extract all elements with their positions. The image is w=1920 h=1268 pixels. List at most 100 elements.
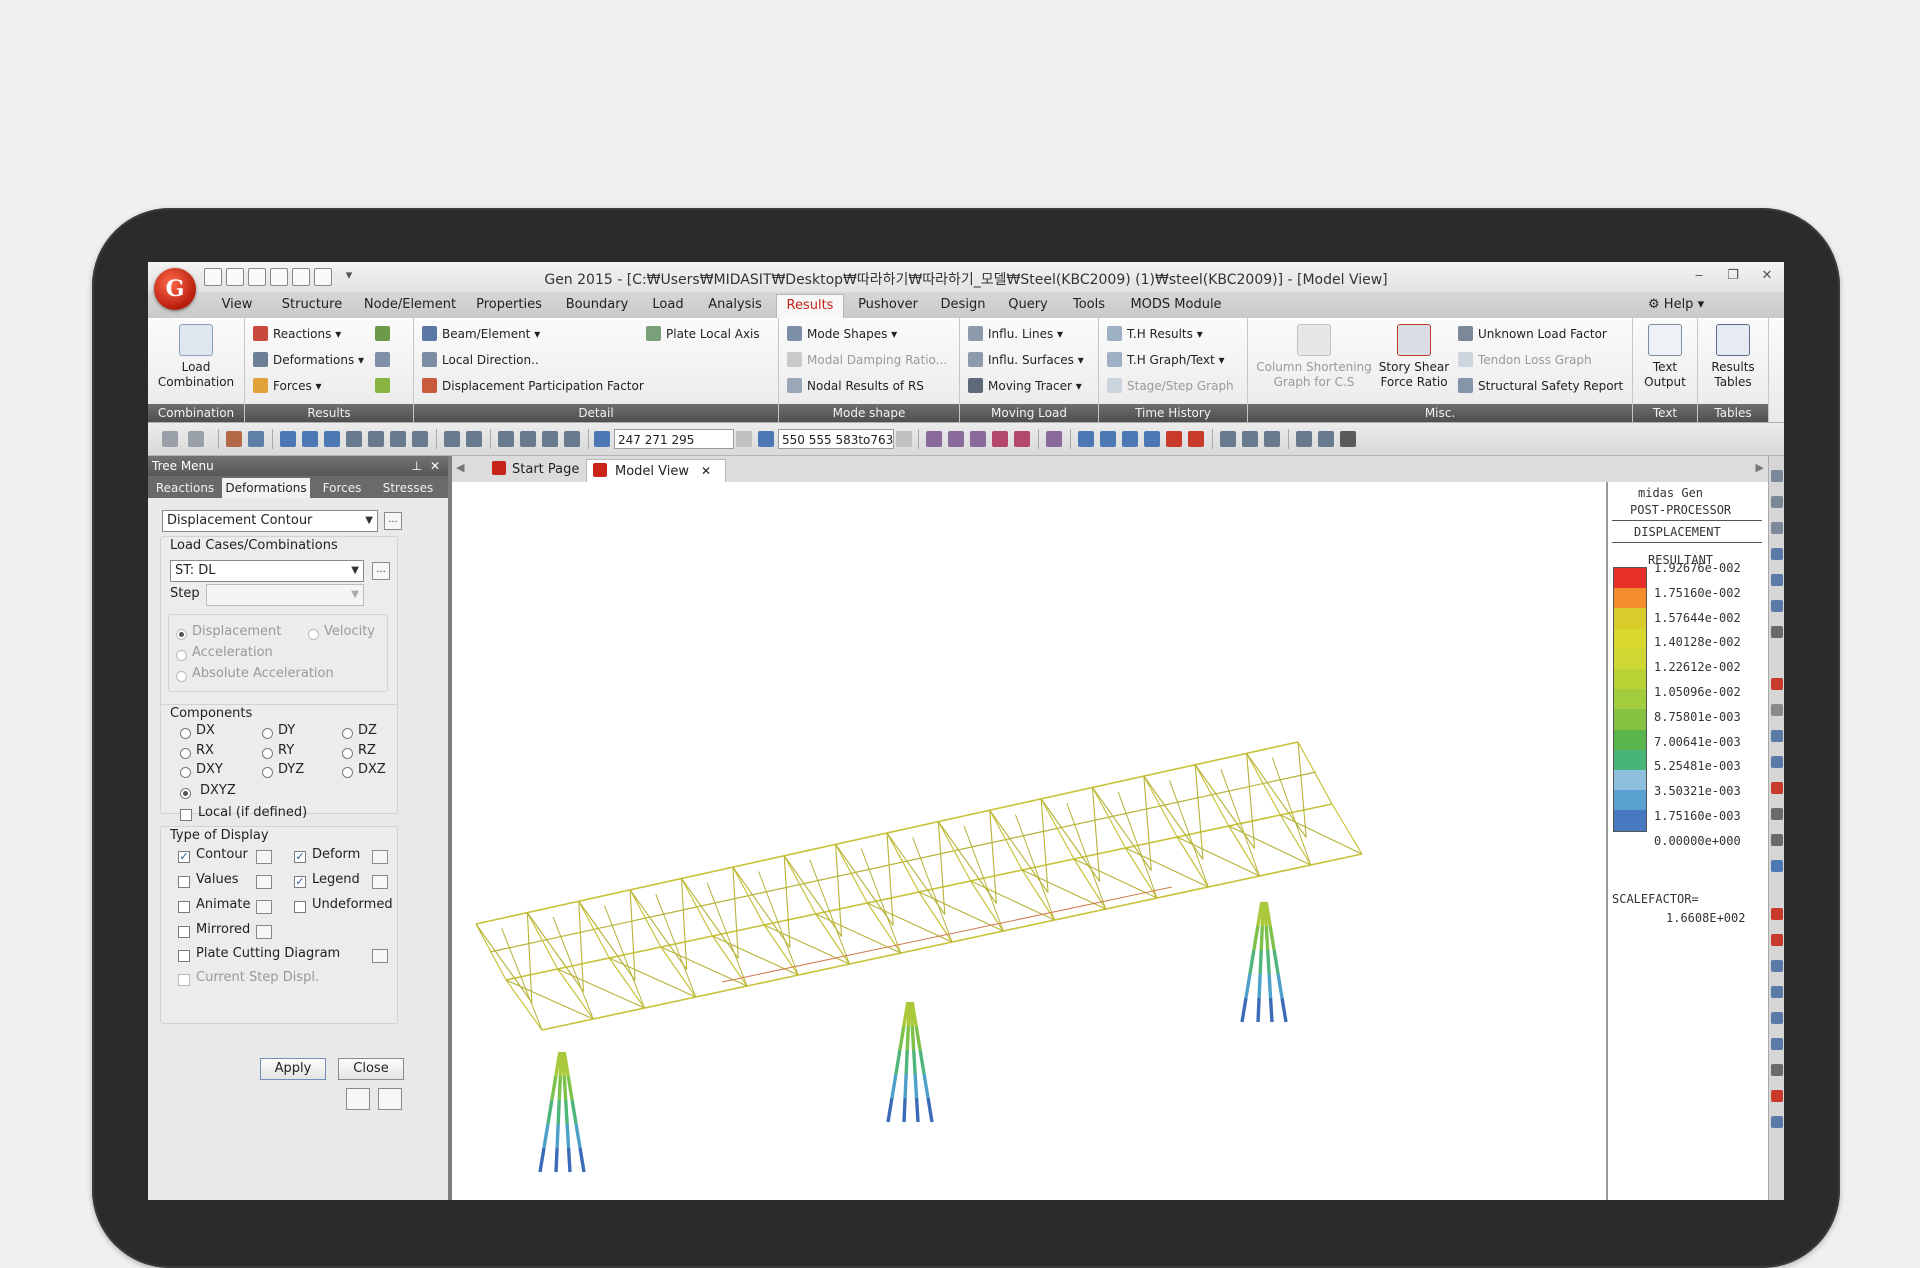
line-select-icon[interactable] (542, 431, 558, 447)
legend-checkbox[interactable]: ✓ (294, 876, 306, 888)
close-panel-icon[interactable]: ✕ (430, 456, 440, 476)
local-checkbox[interactable] (180, 809, 192, 821)
regen-icon[interactable] (466, 431, 482, 447)
acceleration-radio[interactable] (176, 650, 187, 661)
copy-settings-icon[interactable] (346, 1088, 370, 1110)
undeformed-checkbox[interactable] (294, 901, 306, 913)
velocity-radio[interactable] (308, 629, 319, 640)
invert-active-icon[interactable] (992, 431, 1008, 447)
compass-icon[interactable] (412, 431, 428, 447)
print-settings-icon[interactable] (378, 1088, 402, 1110)
step-select[interactable]: ▼ (206, 584, 364, 606)
view-icon[interactable] (1771, 574, 1783, 586)
panel-icon[interactable] (1771, 1116, 1783, 1128)
node-combo-arrow-icon[interactable] (736, 431, 752, 447)
tab-analysis[interactable]: Analysis (700, 292, 770, 318)
iso-view-icon[interactable] (1122, 431, 1138, 447)
layer-2-icon[interactable] (1771, 986, 1783, 998)
active-identity-icon[interactable] (1014, 431, 1030, 447)
tab-deformations[interactable]: Deformations (222, 478, 310, 498)
animate-checkbox[interactable] (178, 901, 190, 913)
refresh-icon[interactable] (444, 431, 460, 447)
reactions-button[interactable]: Reactions ▾ (253, 324, 341, 344)
load-case-options-button[interactable]: ... (372, 562, 390, 580)
tab-query[interactable]: Query (1000, 292, 1056, 318)
record-icon[interactable] (1771, 678, 1783, 690)
apply-button[interactable]: Apply (260, 1058, 326, 1080)
local-direction-button[interactable]: Local Direction.. (422, 350, 539, 370)
tab-view[interactable]: View (208, 292, 266, 318)
contour-options-button[interactable] (256, 850, 272, 864)
display-option-icon[interactable] (1296, 431, 1312, 447)
zoom-out-icon[interactable] (1771, 756, 1783, 768)
element-label-icon[interactable] (1242, 431, 1258, 447)
tab-properties[interactable]: Properties (470, 292, 548, 318)
window-select-icon[interactable] (248, 431, 264, 447)
values-checkbox[interactable] (178, 876, 190, 888)
undo-icon[interactable] (162, 431, 178, 447)
plate-cutting-checkbox[interactable] (178, 950, 190, 962)
grid-icon[interactable] (1771, 470, 1783, 482)
boundary-label-icon[interactable] (1264, 431, 1280, 447)
tab-scroll-right-icon[interactable]: ▶ (1756, 461, 1764, 474)
mode-shapes-button[interactable]: Mode Shapes ▾ (787, 324, 897, 344)
truss-model[interactable] (452, 482, 1602, 1200)
tab-forces[interactable]: Forces (312, 478, 372, 498)
results-tables-button[interactable]: Results Tables (1702, 324, 1764, 390)
force-options-icon[interactable] (375, 376, 395, 396)
tab-pushover[interactable]: Pushover (850, 292, 926, 318)
deform-options-button[interactable] (372, 850, 388, 864)
tab-scroll-left-icon[interactable]: ◀ (456, 461, 464, 474)
zoom-in-icon[interactable] (1771, 730, 1783, 742)
rx-radio[interactable] (180, 748, 191, 759)
orbit-icon[interactable] (1771, 860, 1783, 872)
displacement-radio[interactable] (176, 629, 187, 640)
moving-tracer-button[interactable]: Moving Tracer ▾ (968, 376, 1082, 396)
render-icon[interactable] (1771, 600, 1783, 612)
perspective-icon[interactable] (1144, 431, 1160, 447)
help-menu[interactable]: ⚙ Help ▾ (1648, 292, 1704, 318)
snap-icon[interactable] (1771, 496, 1783, 508)
select-icon[interactable] (226, 431, 242, 447)
tab-results[interactable]: Results (776, 294, 844, 319)
text-output-button[interactable]: Text Output (1637, 324, 1693, 390)
search-icon[interactable] (1771, 808, 1783, 820)
node-select-icon[interactable] (498, 431, 514, 447)
column-shortening-button[interactable]: Column Shortening Graph for C.S (1254, 324, 1374, 390)
tab-tools[interactable]: Tools (1062, 292, 1116, 318)
report-list-icon[interactable] (1771, 934, 1783, 946)
zoom-window-icon[interactable] (302, 431, 318, 447)
layer-4-icon[interactable] (1771, 1038, 1783, 1050)
beam-element-button[interactable]: Beam/Element ▾ (422, 324, 540, 344)
pointer-icon[interactable] (280, 431, 296, 447)
zoom-fit-icon[interactable] (324, 431, 340, 447)
ry-radio[interactable] (262, 748, 273, 759)
mirrored-checkbox[interactable] (178, 926, 190, 938)
front-view-icon[interactable] (1078, 431, 1094, 447)
cut-icon[interactable] (1771, 626, 1783, 638)
filter-icon[interactable] (1771, 548, 1783, 560)
tab-node-element[interactable]: Node/Element (358, 292, 462, 318)
close-window-icon[interactable]: ✕ (1756, 266, 1778, 286)
absolute-acceleration-radio[interactable] (176, 671, 187, 682)
tab-model-view[interactable]: Model View ✕ (586, 459, 726, 483)
top-view-icon[interactable] (1100, 431, 1116, 447)
camera-icon[interactable] (1771, 704, 1783, 716)
node-label-icon[interactable] (1220, 431, 1236, 447)
minimize-icon[interactable]: ‒ (1688, 266, 1710, 286)
dxz-radio[interactable] (342, 767, 353, 778)
load-combination-button[interactable]: Load Combination (152, 324, 240, 390)
restore-icon[interactable]: ❐ (1722, 266, 1744, 286)
stage-step-graph-button[interactable]: Stage/Step Graph (1107, 376, 1234, 396)
values-options-button[interactable] (256, 875, 272, 889)
nodal-results-rs-button[interactable]: Nodal Results of RS (787, 376, 924, 396)
tab-boundary[interactable]: Boundary (556, 292, 638, 318)
mirrored-options-button[interactable] (256, 925, 272, 939)
dy-radio[interactable] (262, 728, 273, 739)
measure-icon[interactable] (1771, 1064, 1783, 1076)
tab-mods-module[interactable]: MODS Module (1124, 292, 1228, 318)
dz-radio[interactable] (342, 728, 353, 739)
contour-checkbox[interactable]: ✓ (178, 851, 190, 863)
tab-structure[interactable]: Structure (272, 292, 352, 318)
deformations-button[interactable]: Deformations ▾ (253, 350, 364, 370)
